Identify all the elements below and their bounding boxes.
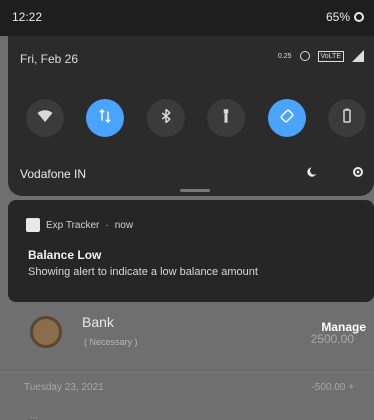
tile-battery-saver[interactable] <box>327 99 366 137</box>
divider <box>0 372 374 373</box>
flashlight-icon <box>217 107 235 130</box>
qs-date: Fri, Feb 26 <box>20 52 79 66</box>
qs-actions <box>304 164 366 185</box>
battery-saver-icon <box>338 107 356 130</box>
notification-header: Exp Tracker · now <box>26 218 133 232</box>
transaction-amount: -500.00 + <box>311 382 354 393</box>
panel-drag-handle[interactable] <box>180 189 210 192</box>
manage-button[interactable]: Manage <box>321 320 366 334</box>
notification-body: Showing alert to indicate a low balance … <box>28 266 258 278</box>
status-right: 65% <box>326 10 364 24</box>
status-bar: 12:22 65% <box>0 0 374 36</box>
carrier-name: Vodafone IN <box>20 167 87 181</box>
tile-flashlight[interactable] <box>207 99 246 137</box>
battery-icon <box>354 12 364 22</box>
status-time: 12:22 <box>12 10 43 24</box>
alarm-icon <box>299 51 310 61</box>
signal-icon <box>352 50 364 62</box>
volte-badge: VoLTE <box>317 50 344 62</box>
notification-app-name: Exp Tracker <box>46 219 100 231</box>
transaction-date: Tuesday 23, 2021 <box>24 382 104 393</box>
bank-icon <box>30 316 62 348</box>
mobile-data-icon <box>96 107 114 130</box>
quick-settings-tiles <box>26 99 366 137</box>
transaction-more: ... <box>30 410 38 420</box>
tile-mobile-data[interactable] <box>86 99 125 137</box>
notification-time: now <box>114 219 134 231</box>
system-icons: 0.25 VoLTE <box>278 50 364 62</box>
background-app: Bank ( Necessary ) 2500.00 Manage Tuesda… <box>0 302 374 420</box>
bluetooth-icon <box>157 107 175 130</box>
account-amount: 2500.00 <box>310 332 354 346</box>
auto-rotate-icon <box>278 107 296 130</box>
wifi-icon <box>36 107 54 130</box>
tile-bluetooth[interactable] <box>146 99 185 137</box>
app-icon <box>26 218 40 232</box>
data-speed-indicator: 0.25 <box>277 52 292 60</box>
tile-wifi[interactable] <box>26 99 64 137</box>
account-subtitle: ( Necessary ) <box>84 337 138 347</box>
battery-percentage: 65% <box>325 10 350 24</box>
quick-settings-panel: Fri, Feb 26 0.25 VoLTE Vodafone IN <box>8 36 374 196</box>
account-name: Bank <box>82 314 114 330</box>
tile-auto-rotate[interactable] <box>267 99 306 137</box>
notification-card[interactable]: Exp Tracker · now Balance Low Showing al… <box>8 200 374 302</box>
night-light-icon[interactable] <box>304 164 320 185</box>
settings-icon[interactable] <box>350 164 366 185</box>
notification-title: Balance Low <box>28 248 102 262</box>
notification-dot: · <box>105 219 109 231</box>
